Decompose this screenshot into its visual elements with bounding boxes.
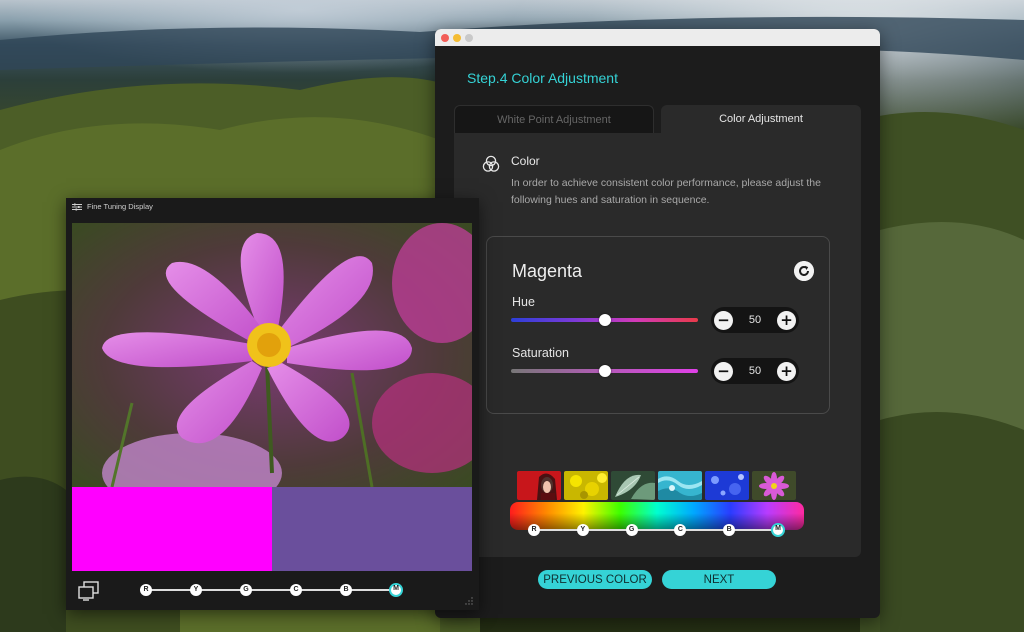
- red-sample-thumbnail: [517, 471, 561, 500]
- magenta-sample-thumbnail: [752, 471, 796, 500]
- cyan-sample-thumbnail: [658, 471, 702, 500]
- tab-white-point-adjustment[interactable]: White Point Adjustment: [454, 105, 654, 133]
- saturation-label: Saturation: [512, 346, 569, 360]
- color-sequence-node-c[interactable]: C: [674, 524, 687, 536]
- color-sequence-node-y[interactable]: Y: [576, 524, 589, 536]
- color-sequence-node-r[interactable]: R: [528, 524, 540, 536]
- next-button[interactable]: NEXT: [662, 570, 776, 589]
- color-circles-icon: [482, 155, 500, 172]
- display-compare-icon[interactable]: [77, 580, 101, 602]
- close-window-button[interactable]: [441, 33, 449, 42]
- hue-label: Hue: [512, 295, 535, 309]
- fine-tuning-node-c[interactable]: C: [290, 584, 302, 596]
- step-title: Step.4 Color Adjustment: [467, 70, 618, 86]
- fine-tuning-node-b[interactable]: B: [340, 584, 352, 596]
- fine-tuning-node-m[interactable]: M: [389, 583, 403, 597]
- color-adjustment-panel: Color In order to achieve consistent col…: [454, 133, 861, 557]
- color-adjustment-window: Step.4 Color Adjustment White Point Adju…: [435, 29, 880, 618]
- zoom-window-button[interactable]: [465, 33, 473, 42]
- fine-tuning-display-window: Fine Tuning Display R Y G C B M: [66, 198, 479, 610]
- section-heading: Color: [511, 154, 540, 168]
- magenta-flower-photo: [72, 223, 472, 487]
- resize-grip-icon[interactable]: [465, 597, 473, 605]
- hue-stepper: − 50 +: [711, 307, 799, 333]
- color-sequence-node-b[interactable]: B: [723, 524, 736, 536]
- display-color-swatch: [272, 487, 472, 571]
- hue-minus-button[interactable]: −: [714, 310, 733, 330]
- color-spectrum-bar: [510, 502, 804, 530]
- minimize-window-button[interactable]: [453, 33, 461, 42]
- target-color-swatch: [72, 487, 272, 571]
- saturation-slider-thumb[interactable]: [598, 365, 611, 377]
- tab-color-adjustment[interactable]: Color Adjustment: [661, 105, 861, 133]
- fine-tuning-header: Fine Tuning Display: [66, 198, 479, 215]
- saturation-stepper: − 50 +: [711, 358, 799, 384]
- previous-color-button[interactable]: PREVIOUS COLOR: [538, 570, 652, 589]
- refresh-icon[interactable]: [794, 261, 814, 281]
- section-description: In order to achieve consistent color per…: [511, 177, 821, 206]
- saturation-value[interactable]: 50: [749, 365, 761, 377]
- color-sequence-node-m[interactable]: M: [771, 523, 785, 537]
- color-adjust-box: Magenta Hue − 50 + Saturation − 50 +: [486, 236, 830, 414]
- hue-plus-button[interactable]: +: [777, 310, 796, 330]
- fine-tuning-node-g[interactable]: G: [240, 584, 252, 596]
- fine-tuning-title: Fine Tuning Display: [87, 202, 153, 211]
- green-sample-thumbnail: [611, 471, 655, 500]
- current-color-title: Magenta: [512, 261, 583, 281]
- fine-tuning-node-y[interactable]: Y: [190, 584, 202, 596]
- saturation-minus-button[interactable]: −: [714, 361, 733, 381]
- fine-tuning-sequence-line: [146, 589, 396, 591]
- hue-value[interactable]: 50: [749, 314, 761, 326]
- hue-slider-thumb[interactable]: [598, 314, 611, 326]
- color-sequence-line: [533, 529, 778, 531]
- fine-tuning-node-r[interactable]: R: [140, 584, 152, 596]
- color-sequence-node-g[interactable]: G: [625, 524, 638, 536]
- yellow-sample-thumbnail: [564, 471, 608, 500]
- blue-sample-thumbnail: [705, 471, 749, 500]
- window-titlebar: [435, 29, 880, 46]
- color-sample-thumbnails: [517, 471, 796, 500]
- sliders-icon: [72, 203, 82, 210]
- saturation-plus-button[interactable]: +: [777, 361, 796, 381]
